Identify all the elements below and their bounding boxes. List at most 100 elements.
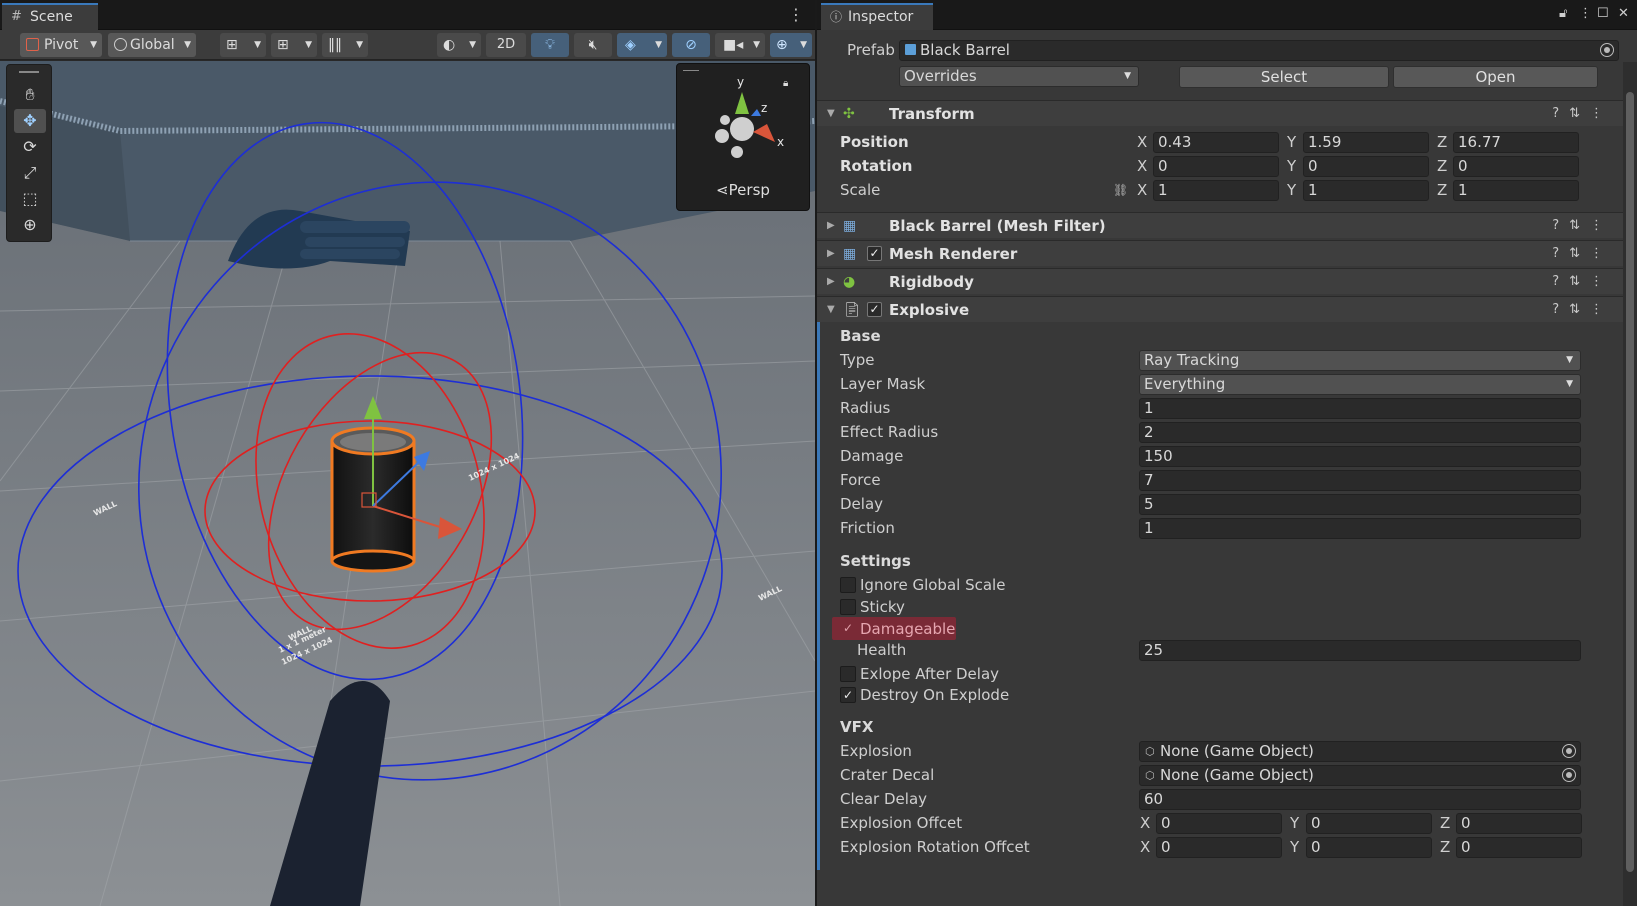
transform-header[interactable]: ▼ ✣ Transform ?⇅⋮ [817,100,1623,126]
explosion-rotation-offset-y-field[interactable]: 0 [1306,837,1432,858]
damageable-checkbox[interactable]: ✓ [840,620,856,636]
rigidbody-header[interactable]: ▶ ◕ Rigidbody ?⇅⋮ [817,268,1623,294]
kebab-icon[interactable]: ⋮ [1590,246,1613,261]
preset-icon[interactable]: ⇅ [1569,218,1590,233]
prefab-field[interactable]: Black Barrel [899,40,1619,61]
effects-toggle[interactable]: ◈ ▼ [617,33,667,57]
preset-icon[interactable]: ⇅ [1569,274,1590,289]
explode-after-delay-checkbox[interactable] [840,666,856,682]
link-scale-icon[interactable]: ⛓︎ [1113,178,1128,202]
kebab-icon[interactable]: ⋮ [1590,274,1613,289]
friction-field[interactable]: 1 [1139,518,1581,539]
effect-radius-field[interactable]: 2 [1139,422,1581,443]
gizmos-button[interactable]: ⊕ ▼ [770,33,812,57]
mesh-renderer-enabled-checkbox[interactable]: ✓ [867,246,882,261]
increment-snap-button[interactable]: ⊞ ▼ [271,33,317,57]
collapsed-arrow-icon[interactable]: ▶ [827,269,835,295]
scale-z-field[interactable]: 1 [1453,180,1579,201]
mesh-filter-header[interactable]: ▶ ▦ Black Barrel (Mesh Filter) ?⇅⋮ [817,212,1623,238]
scale-x-field[interactable]: 1 [1153,180,1279,201]
hand-tool-icon[interactable]: ✋︎ [14,83,46,107]
lighting-toggle[interactable]: 💡︎ [531,33,569,57]
rotation-z-field[interactable]: 0 [1453,156,1579,177]
expanded-arrow-icon[interactable]: ▼ [827,101,835,127]
explosion-offset-x-field[interactable]: 0 [1156,813,1282,834]
expanded-arrow-icon[interactable]: ▼ [827,297,835,323]
explosion-offset-z-field[interactable]: 0 [1456,813,1582,834]
radius-field[interactable]: 1 [1139,398,1581,419]
scrollbar-thumb[interactable] [1626,92,1634,872]
draw-mode-button[interactable]: ◐ ▼ [437,33,481,57]
select-button[interactable]: Select [1179,66,1389,88]
help-icon[interactable]: ? [1552,302,1569,317]
open-button[interactable]: Open [1393,66,1598,88]
ignore-global-scale-row: Ignore Global Scale [817,573,1623,597]
projection-toggle[interactable]: ⋖Persp [677,181,809,199]
rect-tool-icon[interactable]: ⬚ [14,187,46,211]
scene-menu-icon[interactable]: ⋮ [788,6,804,24]
inspector-scrollbar[interactable] [1623,62,1637,906]
position-x-field[interactable]: 0.43 [1153,132,1279,153]
help-icon[interactable]: ? [1552,106,1569,121]
layer-mask-dropdown[interactable]: Everything ▼ [1139,374,1581,395]
menu-kebab-icon[interactable]: ⋮ [1579,6,1592,21]
kebab-icon[interactable]: ⋮ [1590,106,1613,121]
help-icon[interactable]: ? [1552,246,1569,261]
delay-field[interactable]: 5 [1139,494,1581,515]
health-field[interactable]: 25 [1139,640,1581,661]
close-icon[interactable]: ✕ [1618,6,1629,21]
tab-inspector[interactable]: ⓘ Inspector [821,3,933,30]
crater-decal-object-field[interactable]: ⬡ None (Game Object) [1139,765,1581,786]
explosion-object-field[interactable]: ⬡ None (Game Object) [1139,741,1581,762]
explosive-header[interactable]: ▼ 📄︎ ✓ Explosive ?⇅⋮ [817,296,1623,322]
object-picker-icon[interactable] [1562,744,1576,758]
sticky-checkbox[interactable] [840,599,856,615]
audio-toggle[interactable]: 🔇︎ [574,33,612,57]
transform-tool-icon[interactable]: ⊕ [14,213,46,237]
rotation-y-field[interactable]: 0 [1303,156,1429,177]
position-z-field[interactable]: 16.77 [1453,132,1579,153]
explosion-rotation-offset-z-field[interactable]: 0 [1456,837,1582,858]
rotate-tool-icon[interactable]: ⟳ [14,135,46,159]
preset-icon[interactable]: ⇅ [1569,302,1590,317]
preset-icon[interactable]: ⇅ [1569,106,1590,121]
overrides-dropdown[interactable]: Overrides ▼ [899,66,1139,87]
tab-scene[interactable]: # Scene [2,3,98,30]
destroy-on-explode-checkbox[interactable]: ✓ [840,687,856,703]
explosion-offset-y-field[interactable]: 0 [1306,813,1432,834]
camera-settings-button[interactable]: ■◂ ▼ [715,33,765,57]
orientation-gizmo[interactable]: 🔒︎ y z x ⋖Persp [676,63,810,211]
mesh-renderer-header[interactable]: ▶ ▦ ✓ Mesh Renderer ?⇅⋮ [817,240,1623,266]
kebab-icon[interactable]: ⋮ [1590,218,1613,233]
help-icon[interactable]: ? [1552,274,1569,289]
type-dropdown[interactable]: Ray Tracking ▼ [1139,350,1581,371]
ruler-button[interactable]: ‖‖ ▼ [322,33,368,57]
preset-icon[interactable]: ⇅ [1569,246,1590,261]
explosion-rotation-offset-x-field[interactable]: 0 [1156,837,1282,858]
lock-icon[interactable]: 🔓︎ [1559,6,1567,21]
kebab-icon[interactable]: ⋮ [1590,302,1613,317]
help-icon[interactable]: ? [1552,218,1569,233]
collapsed-arrow-icon[interactable]: ▶ [827,241,835,267]
position-y-field[interactable]: 1.59 [1303,132,1429,153]
maximize-icon[interactable]: ☐ [1597,6,1609,21]
move-tool-icon[interactable]: ✥ [14,109,46,133]
damage-field[interactable]: 150 [1139,446,1581,467]
scale-tool-icon[interactable]: ⤢ [14,161,46,185]
global-dropdown[interactable]: Global ▼ [108,33,196,57]
hidden-objects-toggle[interactable]: ⊘ [672,33,710,57]
pivot-dropdown[interactable]: Pivot ▼ [20,33,102,57]
scale-y-field[interactable]: 1 [1303,180,1429,201]
2d-toggle-button[interactable]: 2D [486,33,526,57]
drag-handle-icon[interactable] [19,71,39,73]
object-picker-icon[interactable] [1562,768,1576,782]
object-picker-icon[interactable] [1600,43,1614,57]
ignore-global-scale-checkbox[interactable] [840,577,856,593]
force-field[interactable]: 7 [1139,470,1581,491]
clear-delay-field[interactable]: 60 [1139,789,1581,810]
explosive-enabled-checkbox[interactable]: ✓ [867,302,882,317]
collapsed-arrow-icon[interactable]: ▶ [827,213,835,239]
scene-viewport[interactable]: WALL 1 x 1 meter 1024 x 1024 WALL 1024 x… [0,61,815,906]
grid-snapping-button[interactable]: ⊞ ▼ [220,33,266,57]
rotation-x-field[interactable]: 0 [1153,156,1279,177]
